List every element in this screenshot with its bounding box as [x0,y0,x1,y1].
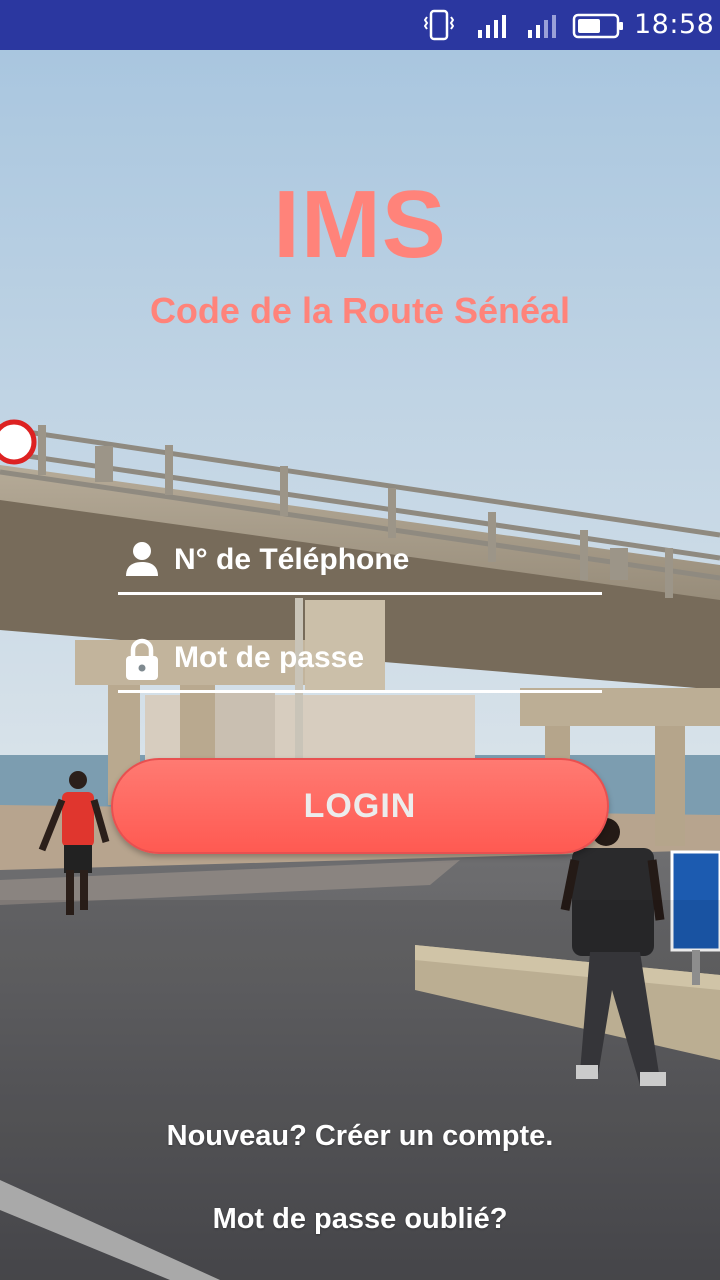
create-account-link[interactable]: Nouveau? Créer un compte. [0,1120,720,1153]
login-button[interactable]: LOGIN [111,758,609,854]
status-bar: 18:58 [0,0,720,50]
signal-icon [526,14,562,43]
vibrate-icon [423,8,455,47]
status-clock: 18:58 [634,9,715,40]
signal-icon [476,14,512,43]
phone-field[interactable] [118,532,602,595]
battery-icon [572,13,624,44]
password-input[interactable] [174,630,594,686]
person-icon [124,540,160,585]
forgot-password-link[interactable]: Mot de passe oublié? [0,1203,720,1236]
lock-icon [124,638,160,687]
app-title: IMS [273,171,447,278]
app-subtitle: Code de la Route Sénéal [149,290,571,331]
password-field[interactable] [118,630,602,693]
phone-input[interactable] [174,532,594,588]
